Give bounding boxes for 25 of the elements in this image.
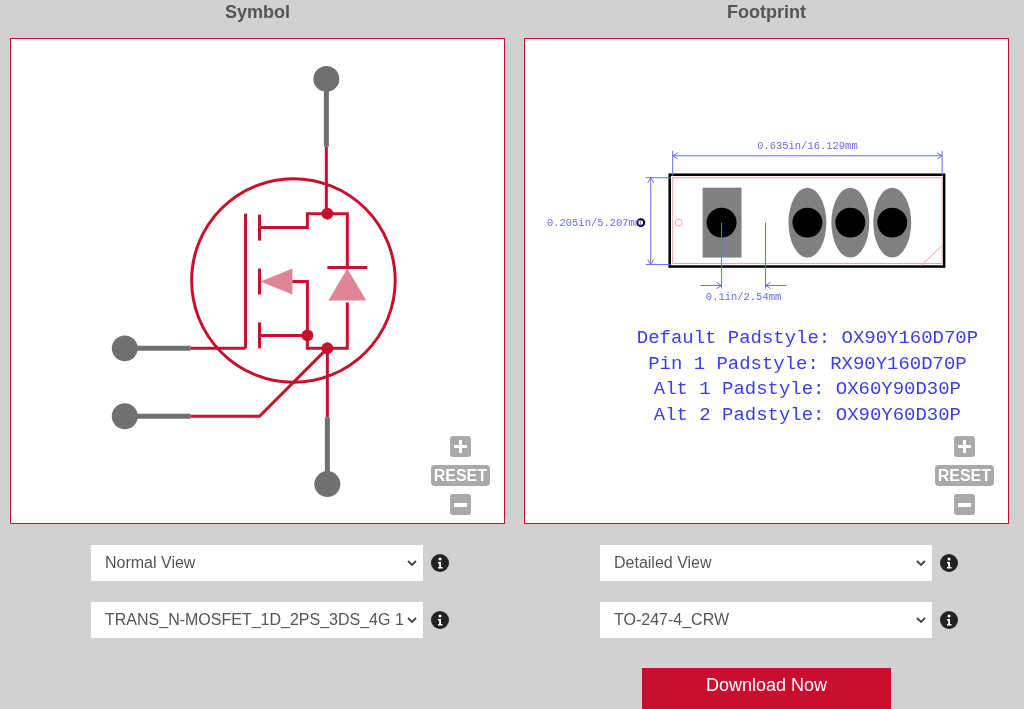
padstyle-label: Alt 2 Padstyle: OX90Y60D30P — [653, 403, 961, 426]
select-dropdown[interactable]: Normal View — [91, 545, 423, 581]
chevron-down-icon — [407, 559, 417, 567]
select-dropdown[interactable]: Detailed View — [600, 545, 932, 581]
minus-icon — [957, 502, 971, 507]
download-button[interactable]: Download Now — [642, 668, 891, 709]
info-icon[interactable] — [431, 611, 449, 629]
chevron-down-icon — [916, 559, 926, 567]
plus-icon — [453, 440, 467, 453]
minus-icon — [453, 502, 467, 507]
select-dropdown[interactable]: TRANS_N-MOSFET_1D_2PS_3DS_4G 1 — [91, 602, 423, 638]
info-icon[interactable] — [940, 611, 958, 629]
info-icon[interactable] — [940, 554, 958, 572]
pitch-dimension-label: 0.1in/2.54mm — [705, 291, 782, 304]
panel-title: Symbol — [225, 1, 290, 24]
plus-icon — [957, 440, 971, 453]
select-dropdown[interactable]: TO-247-4_CRW — [600, 602, 932, 638]
padstyle-label: Pin 1 Padstyle: RX90Y160D70P — [648, 352, 967, 375]
padstyle-label: Alt 1 Padstyle: OX60Y90D30P — [653, 378, 961, 401]
panel-title: Footprint — [727, 1, 806, 24]
width-dimension-label: 0.635in/16.129mm — [757, 139, 858, 152]
info-icon[interactable] — [431, 554, 449, 572]
padstyle-label: Default Padstyle: OX90Y160D70P — [636, 327, 978, 350]
chevron-down-icon — [916, 616, 926, 624]
chevron-down-icon — [407, 616, 417, 624]
